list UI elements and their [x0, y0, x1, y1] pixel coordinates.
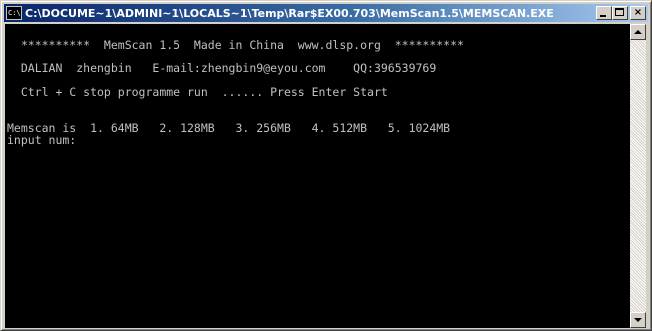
window-title: C:\DOCUME~1\ADMINI~1\LOCALS~1\Temp\Rar$E…	[25, 6, 554, 20]
vertical-scrollbar[interactable]	[630, 24, 646, 328]
scroll-down-icon	[634, 318, 642, 322]
input-prompt-line: input num:	[7, 133, 77, 147]
console-app-icon[interactable]: C:\	[6, 6, 22, 20]
minimize-icon	[600, 15, 606, 17]
console-output[interactable]: ********** MemScan 1.5 Made in China www…	[5, 24, 630, 328]
close-icon: ×	[633, 7, 643, 18]
window-controls: ×	[596, 6, 646, 20]
instruction-line: Ctrl + C stop programme run ...... Press…	[7, 85, 388, 99]
maximize-icon	[615, 8, 624, 16]
close-button[interactable]: ×	[630, 6, 646, 20]
author-line: DALIAN zhengbin E-mail:zhengbin9@eyou.co…	[7, 61, 437, 75]
title-bar[interactable]: C:\ C:\DOCUME~1\ADMINI~1\LOCALS~1\Temp\R…	[4, 4, 648, 22]
scroll-up-button[interactable]	[630, 24, 646, 40]
console-window: C:\ C:\DOCUME~1\ADMINI~1\LOCALS~1\Temp\R…	[0, 0, 652, 331]
maximize-button[interactable]	[612, 6, 628, 20]
scroll-up-icon	[634, 30, 642, 34]
banner-line: ********** MemScan 1.5 Made in China www…	[7, 38, 464, 52]
minimize-button[interactable]	[596, 6, 612, 20]
scroll-down-button[interactable]	[630, 312, 646, 328]
